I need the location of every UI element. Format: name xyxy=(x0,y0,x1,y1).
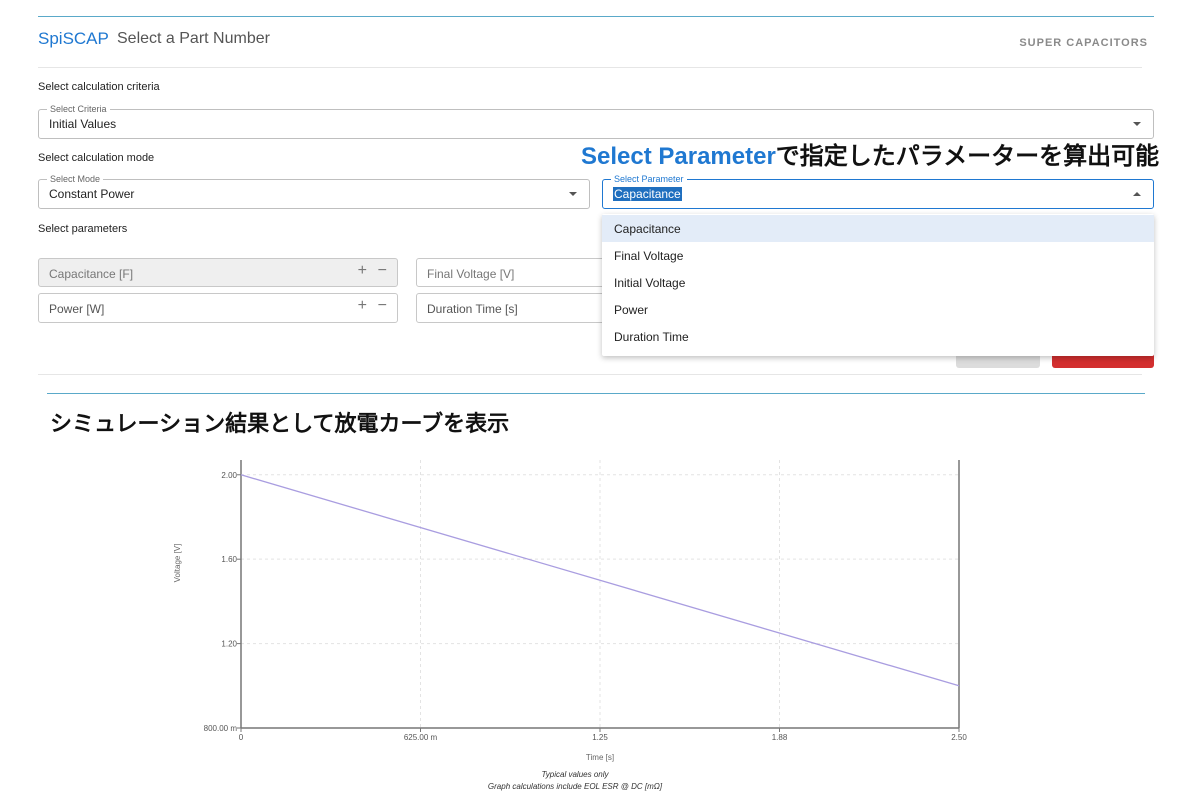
chevron-down-icon xyxy=(1133,122,1141,126)
result-rule xyxy=(47,393,1145,394)
chevron-up-icon xyxy=(1133,192,1141,196)
x-axis-label: Time [s] xyxy=(586,753,614,762)
option-power[interactable]: Power xyxy=(602,296,1154,323)
power-placeholder: Power [W] xyxy=(49,302,105,316)
criteria-value: Initial Values xyxy=(49,117,117,131)
chart-footnote-2: Graph calculations include EOL ESR @ DC … xyxy=(487,782,663,791)
duration-time-placeholder: Duration Time [s] xyxy=(427,302,518,316)
parameters-section-label: Select parameters xyxy=(38,223,128,235)
discharge-chart: 800.00 m 1.20 1.60 2.00 0 625.00 m 1.25 1.88 2.5… xyxy=(173,460,967,762)
criteria-field-label: Select Criteria xyxy=(47,104,110,114)
parameter-dropdown-menu: Capacitance Final Voltage Initial Voltag… xyxy=(602,214,1154,356)
final-voltage-input[interactable]: Final Voltage [V] xyxy=(416,258,618,287)
x-tick-label: 1.25 xyxy=(592,733,608,742)
y-tick-label: 1.60 xyxy=(221,555,237,564)
x-tick-label: 0 xyxy=(239,733,244,742)
option-capacitance[interactable]: Capacitance xyxy=(602,215,1154,242)
option-duration-time[interactable]: Duration Time xyxy=(602,323,1154,350)
mode-select[interactable]: Select Mode Constant Power xyxy=(38,174,590,209)
y-tick-label: 1.20 xyxy=(221,640,237,649)
section-divider xyxy=(38,374,1142,375)
result-annotation: シミュレーション結果として放電カーブを表示 xyxy=(50,411,510,436)
x-tick-label: 2.50 xyxy=(951,733,967,742)
mode-section-label: Select calculation mode xyxy=(38,152,155,164)
criteria-section-label: Select calculation criteria xyxy=(38,81,160,93)
header-top-rule xyxy=(38,16,1154,17)
final-voltage-placeholder: Final Voltage [V] xyxy=(427,267,515,281)
capacitance-placeholder: Capacitance [F] xyxy=(49,267,134,281)
plus-icon[interactable]: + xyxy=(358,297,367,315)
criteria-select[interactable]: Select Criteria Initial Values xyxy=(38,104,1154,139)
brand-name: SpiSCAP xyxy=(38,29,109,48)
parameter-field-label: Select Parameter xyxy=(611,174,687,184)
category-label: SUPER CAPACITORS xyxy=(1019,37,1148,49)
power-input[interactable]: Power [W] + − xyxy=(38,293,398,323)
minus-icon[interactable]: − xyxy=(378,297,387,315)
x-tick-label: 625.00 m xyxy=(404,733,438,742)
parameter-value: Capacitance xyxy=(613,187,682,201)
option-initial-voltage[interactable]: Initial Voltage xyxy=(602,269,1154,296)
mode-value: Constant Power xyxy=(49,187,135,201)
annotation-highlight: Select Parameter xyxy=(581,143,776,170)
duration-time-input[interactable]: Duration Time [s] xyxy=(416,293,618,323)
y-tick-label: 800.00 m xyxy=(204,724,238,733)
x-tick-label: 1.88 xyxy=(772,733,788,742)
chart-footnote-1: Typical values only xyxy=(541,770,609,779)
plus-icon[interactable]: + xyxy=(358,262,367,280)
y-axis-label: Voltage [V] xyxy=(173,544,182,583)
option-final-voltage[interactable]: Final Voltage xyxy=(602,242,1154,269)
parameter-select[interactable]: Select Parameter Capacitance xyxy=(602,174,1154,209)
y-tick-label: 2.00 xyxy=(221,471,237,480)
minus-icon[interactable]: − xyxy=(378,262,387,280)
header-divider xyxy=(38,67,1142,68)
chevron-down-icon xyxy=(569,192,577,196)
mode-field-label: Select Mode xyxy=(47,174,104,184)
page-subtitle: Select a Part Number xyxy=(117,30,270,47)
parameter-annotation: Select Parameterで指定したパラメーターを算出可能 xyxy=(581,136,1159,171)
capacitance-input[interactable]: Capacitance [F] + − xyxy=(38,258,398,287)
annotation-note: で指定したパラメーターを算出可能 xyxy=(775,143,1160,170)
